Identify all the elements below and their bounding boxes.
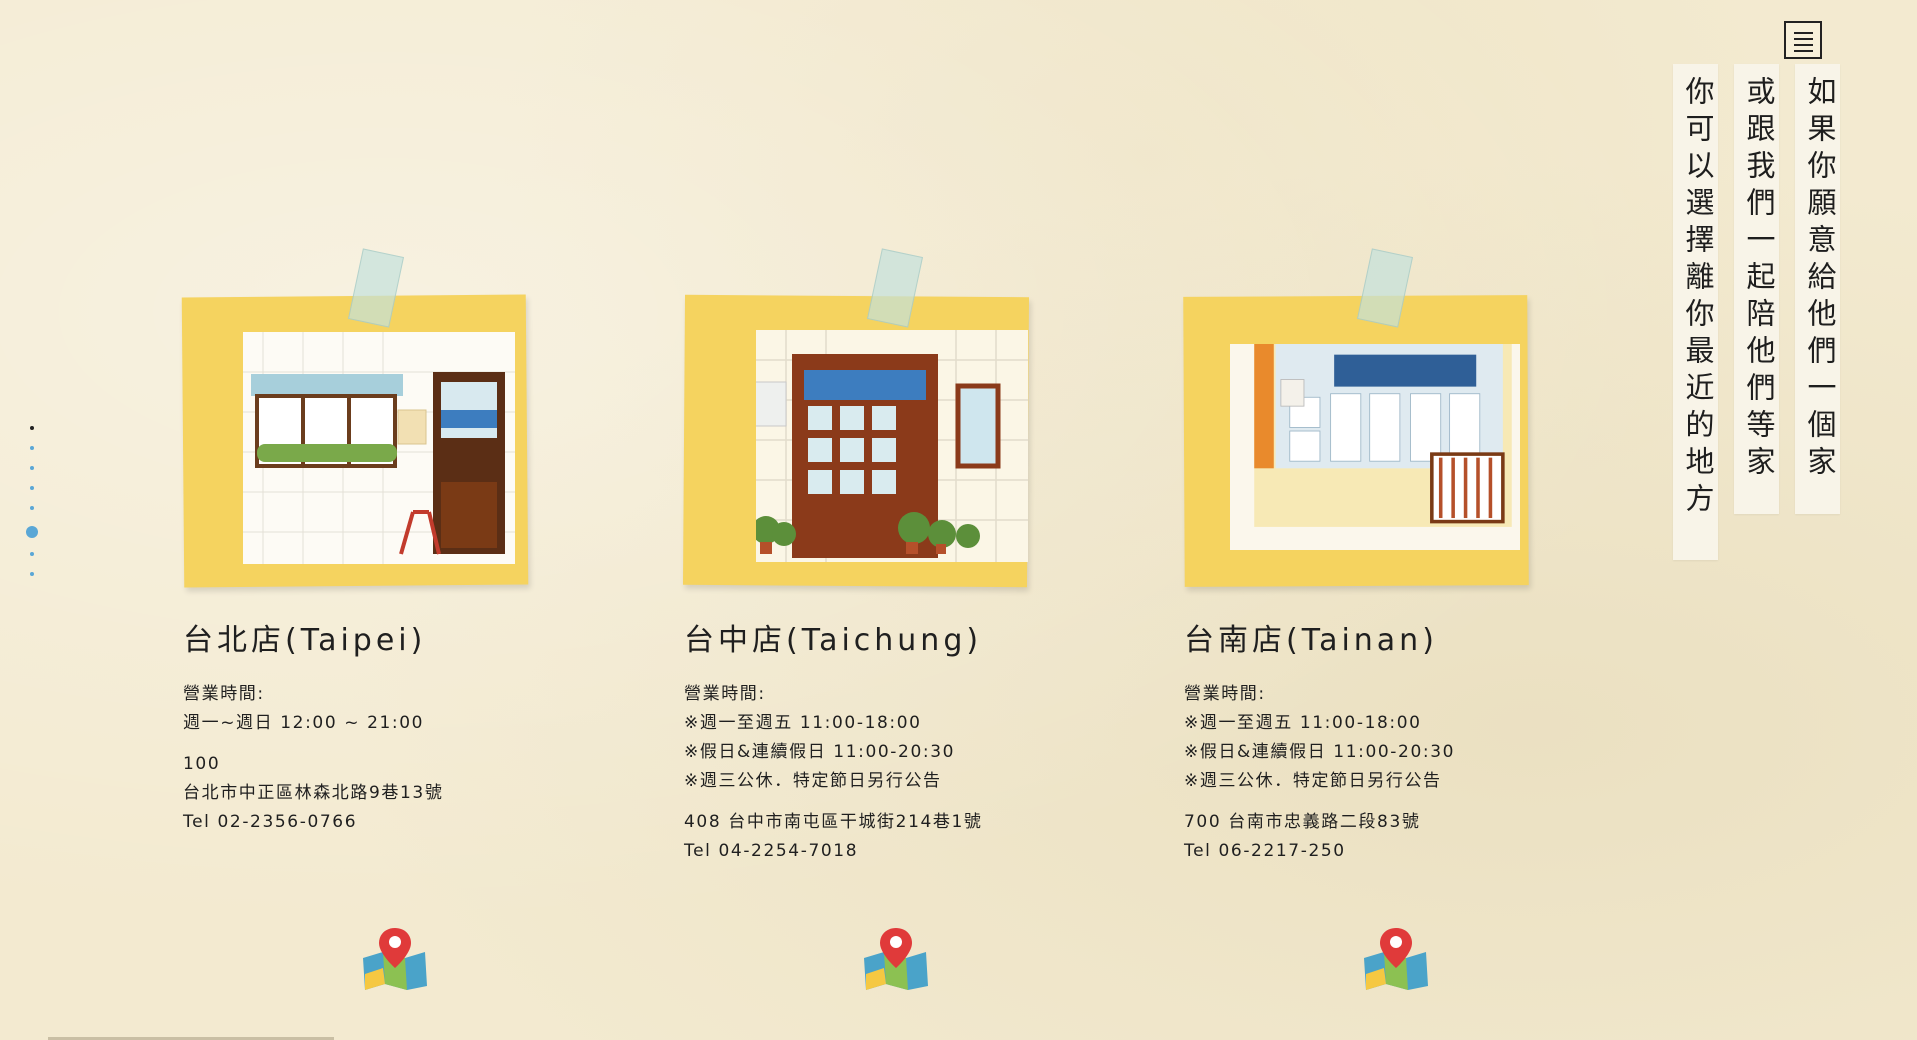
- map-pin-icon[interactable]: [860, 924, 932, 990]
- store-title: 台中店(Taichung): [684, 623, 983, 658]
- phone: Tel 02-2356-0766: [183, 812, 358, 832]
- hours-line: ※週一至週五 11:00-18:00: [684, 713, 922, 733]
- store-info: 營業時間: ※週一至週五 11:00-18:00 ※假日&連續假日 11:00-…: [1184, 680, 1455, 866]
- storefront-illustration: [1230, 344, 1520, 550]
- hamburger-icon-line: [1794, 38, 1813, 40]
- section-dot-8[interactable]: [30, 572, 34, 576]
- address-line: 台北市中正區林森北路9巷13號: [183, 783, 444, 803]
- intro-line-3: 你可以選擇離你最近的地方: [1673, 64, 1718, 560]
- storefront-illustration: [243, 332, 515, 564]
- phone: Tel 06-2217-250: [1184, 841, 1346, 861]
- phone: Tel 04-2254-7018: [684, 841, 859, 861]
- store-title: 台南店(Tainan): [1184, 623, 1438, 658]
- address-line: 700 台南市忠義路二段83號: [1184, 812, 1421, 832]
- hours-line: ※假日&連續假日 11:00-20:30: [1184, 742, 1456, 762]
- map-pin-icon[interactable]: [1360, 924, 1432, 990]
- address-line: 408 台中市南屯區干城街214巷1號: [684, 812, 983, 832]
- store-info: 營業時間: 週一~週日 12:00 ~ 21:00 100 台北市中正區林森北路…: [183, 680, 443, 837]
- hours-line: ※假日&連續假日 11:00-20:30: [684, 742, 956, 762]
- store-illustration: [682, 248, 1044, 590]
- section-dot-6-active[interactable]: [26, 526, 38, 538]
- store-illustration: [181, 248, 543, 590]
- section-dot-3[interactable]: [30, 466, 34, 470]
- store-title: 台北店(Taipei): [183, 623, 427, 658]
- section-dot-1[interactable]: [30, 426, 34, 430]
- hamburger-icon-line: [1794, 44, 1813, 46]
- hours-line: ※週三公休．特定節日另行公告: [1184, 771, 1442, 791]
- hours-label: 營業時間:: [183, 684, 265, 704]
- section-dot-7[interactable]: [30, 552, 34, 556]
- address-zip: 100: [183, 754, 221, 774]
- section-dot-5[interactable]: [30, 506, 34, 510]
- store-info: 營業時間: ※週一至週五 11:00-18:00 ※假日&連續假日 11:00-…: [684, 680, 983, 866]
- section-dot-nav: [24, 426, 40, 592]
- hours-label: 營業時間:: [1184, 684, 1266, 704]
- menu-button[interactable]: [1784, 21, 1822, 59]
- section-dot-4[interactable]: [30, 486, 34, 490]
- section-dot-2[interactable]: [30, 446, 34, 450]
- hamburger-icon-line: [1794, 50, 1813, 52]
- store-illustration: [1183, 248, 1544, 590]
- intro-line-1: 如果你願意給他們一個家: [1795, 64, 1840, 514]
- hours-line: ※週一至週五 11:00-18:00: [1184, 713, 1422, 733]
- hours-line: 週一~週日 12:00 ~ 21:00: [183, 713, 425, 733]
- intro-line-2: 或跟我們一起陪他們等家: [1734, 64, 1779, 514]
- hamburger-icon: [1794, 32, 1813, 34]
- hours-label: 營業時間:: [684, 684, 766, 704]
- storefront-illustration: [756, 330, 1028, 562]
- hours-line: ※週三公休．特定節日另行公告: [684, 771, 942, 791]
- map-pin-icon[interactable]: [359, 924, 431, 990]
